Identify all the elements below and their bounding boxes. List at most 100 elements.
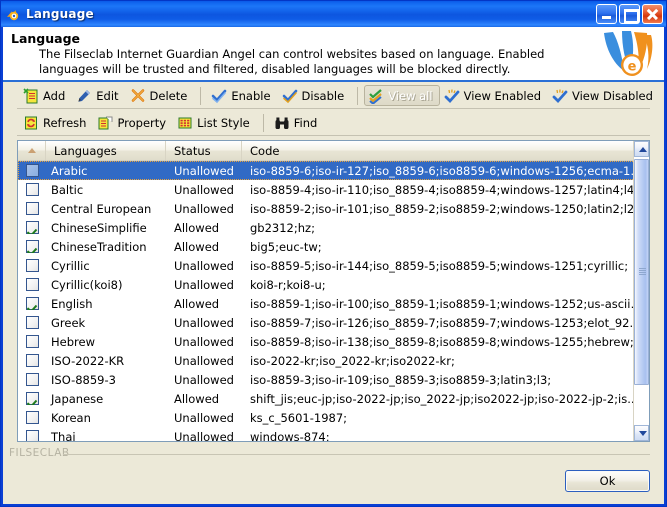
table-row[interactable]: ChineseSimplifieAllowedgb2312;hz; <box>18 218 649 237</box>
header-banner: Language The Filseclab Internet Guardian… <box>3 27 664 82</box>
table-row[interactable]: ThaiUnallowedwindows-874; <box>18 427 649 441</box>
checkbox-unchecked-icon[interactable] <box>26 259 39 272</box>
table-row[interactable]: Central EuropeanUnallowediso-8859-2;iso-… <box>18 199 649 218</box>
list-style-button[interactable]: List Style <box>173 112 257 133</box>
checkbox-unchecked-icon[interactable] <box>26 164 39 177</box>
checkbox-unchecked-icon[interactable] <box>26 335 39 348</box>
scrollbar-grip-icon <box>639 268 646 276</box>
row-checkbox-cell[interactable] <box>18 164 46 177</box>
table-row[interactable]: BalticUnallowediso-8859-4;iso-ir-110;iso… <box>18 180 649 199</box>
cell-code: iso-8859-2;iso-ir-101;iso_8859-2;iso8859… <box>242 202 649 216</box>
edit-button[interactable]: Edit <box>72 85 125 106</box>
view-enabled-button[interactable]: View Enabled <box>440 85 548 106</box>
table-row[interactable]: CyrillicUnallowediso-8859-5;iso-ir-144;i… <box>18 256 649 275</box>
row-checkbox-cell[interactable] <box>18 221 46 234</box>
column-header-status[interactable]: Status <box>166 141 242 160</box>
view-all-button[interactable]: View all <box>364 85 439 106</box>
page-description: The Filseclab Internet Guardian Angel ca… <box>39 47 594 76</box>
delete-label: Delete <box>150 89 188 103</box>
row-checkbox-cell[interactable] <box>18 259 46 272</box>
cell-status: Unallowed <box>166 202 242 216</box>
checkbox-checked-icon[interactable] <box>26 240 39 253</box>
delete-x-icon <box>130 88 146 104</box>
find-binoculars-icon <box>274 115 290 131</box>
table-row[interactable]: JapaneseAllowedshift_jis;euc-jp;iso-2022… <box>18 389 649 408</box>
table-row[interactable]: GreekUnallowediso-8859-7;iso-ir-126;iso_… <box>18 313 649 332</box>
property-button[interactable]: Property <box>93 112 173 133</box>
row-checkbox-cell[interactable] <box>18 202 46 215</box>
language-dialog-window: Language Language The Filseclab Internet… <box>0 0 667 507</box>
cell-status: Unallowed <box>166 164 242 178</box>
property-icon <box>97 115 113 131</box>
row-checkbox-cell[interactable] <box>18 297 46 310</box>
row-checkbox-cell[interactable] <box>18 335 46 348</box>
enable-button[interactable]: Enable <box>207 85 277 106</box>
cell-code: iso-2022-kr;iso_2022-kr;iso2022-kr; <box>242 354 649 368</box>
app-flame-icon <box>5 6 21 22</box>
close-button[interactable] <box>642 4 663 24</box>
checkbox-checked-icon[interactable] <box>26 392 39 405</box>
scroll-up-button[interactable] <box>634 141 649 157</box>
checkbox-unchecked-icon[interactable] <box>26 202 39 215</box>
filseclab-wing-e-logo: e <box>600 29 654 79</box>
row-checkbox-cell[interactable] <box>18 373 46 386</box>
row-checkbox-cell[interactable] <box>18 392 46 405</box>
row-checkbox-cell[interactable] <box>18 354 46 367</box>
row-checkbox-cell[interactable] <box>18 278 46 291</box>
enable-check-icon <box>211 88 227 104</box>
toolbar-separator <box>263 114 264 132</box>
checkbox-unchecked-icon[interactable] <box>26 183 39 196</box>
table-row[interactable]: Cyrillic(koi8)Unallowedkoi8-r;koi8-u; <box>18 275 649 294</box>
svg-text:e: e <box>628 60 637 75</box>
cell-code: iso-8859-3;iso-ir-109;iso_8859-3;iso8859… <box>242 373 649 387</box>
table-row[interactable]: KoreanUnallowedks_c_5601-1987; <box>18 408 649 427</box>
checkbox-unchecked-icon[interactable] <box>26 354 39 367</box>
find-button[interactable]: Find <box>270 112 325 133</box>
table-row[interactable]: ChineseTraditionAllowedbig5;euc-tw; <box>18 237 649 256</box>
cell-code: shift_jis;euc-jp;iso-2022-jp;iso_2022-jp… <box>242 392 649 406</box>
ok-button[interactable]: Ok <box>565 470 650 492</box>
delete-button[interactable]: Delete <box>126 85 195 106</box>
table-row[interactable]: EnglishAllowediso-8859-1;iso-ir-100;iso_… <box>18 294 649 313</box>
cell-status: Unallowed <box>166 373 242 387</box>
cell-code: ks_c_5601-1987; <box>242 411 649 425</box>
minimize-button[interactable] <box>596 4 617 24</box>
add-document-icon <box>23 88 39 104</box>
checkbox-unchecked-icon[interactable] <box>26 430 39 441</box>
cell-language: Thai <box>46 430 166 442</box>
row-checkbox-cell[interactable] <box>18 316 46 329</box>
add-button[interactable]: Add <box>19 85 72 106</box>
column-header-languages[interactable]: Languages <box>46 141 166 160</box>
edit-pen-icon <box>76 88 92 104</box>
checkbox-unchecked-icon[interactable] <box>26 411 39 424</box>
view-all-label: View all <box>388 89 432 103</box>
row-checkbox-cell[interactable] <box>18 240 46 253</box>
checkbox-checked-icon[interactable] <box>26 221 39 234</box>
row-checkbox-cell[interactable] <box>18 411 46 424</box>
row-checkbox-cell[interactable] <box>18 430 46 441</box>
maximize-button[interactable] <box>619 4 640 24</box>
list-vertical-scrollbar[interactable] <box>633 141 649 441</box>
checkbox-unchecked-icon[interactable] <box>26 373 39 386</box>
checkbox-unchecked-icon[interactable] <box>26 278 39 291</box>
cell-language: Arabic <box>46 164 166 178</box>
column-header-code[interactable]: Code <box>242 141 649 160</box>
table-row[interactable]: ArabicUnallowediso-8859-6;iso-ir-127;iso… <box>18 161 649 180</box>
column-header-check[interactable] <box>18 141 46 160</box>
checkbox-checked-icon[interactable] <box>26 297 39 310</box>
row-checkbox-cell[interactable] <box>18 183 46 196</box>
scroll-down-button[interactable] <box>634 425 649 441</box>
find-label: Find <box>294 116 318 130</box>
cell-code: windows-874; <box>242 430 649 442</box>
cell-code: iso-8859-7;iso-ir-126;iso_8859-7;iso8859… <box>242 316 649 330</box>
table-row[interactable]: ISO-2022-KRUnallowediso-2022-kr;iso_2022… <box>18 351 649 370</box>
checkbox-unchecked-icon[interactable] <box>26 316 39 329</box>
title-bar[interactable]: Language <box>1 1 666 27</box>
edit-label: Edit <box>96 89 118 103</box>
table-row[interactable]: ISO-8859-3Unallowediso-8859-3;iso-ir-109… <box>18 370 649 389</box>
table-row[interactable]: HebrewUnallowediso-8859-8;iso-ir-138;iso… <box>18 332 649 351</box>
disable-button[interactable]: Disable <box>278 85 352 106</box>
refresh-button[interactable]: Refresh <box>19 112 93 133</box>
view-disabled-button[interactable]: View Disabled <box>548 85 660 106</box>
scrollbar-thumb[interactable] <box>634 159 649 385</box>
